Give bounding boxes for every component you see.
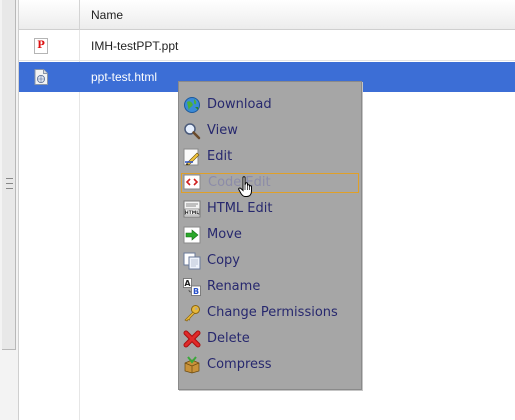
menu-item-label: Copy <box>207 253 240 268</box>
scrollbar-thumb[interactable] <box>2 0 16 350</box>
box-icon <box>183 356 201 374</box>
svg-text:A: A <box>184 279 191 288</box>
rename-ab-icon: A B <box>183 278 201 296</box>
menu-item-label: Compress <box>207 357 272 372</box>
html-file-icon <box>34 69 48 85</box>
menu-item-move[interactable]: Move <box>181 225 359 245</box>
menu-item-label: Delete <box>207 331 250 346</box>
column-separator[interactable] <box>79 0 80 30</box>
menu-item-download[interactable]: Download <box>181 95 359 115</box>
menu-item-label: HTML Edit <box>207 201 273 216</box>
context-menu: Download View Edit Code Edit HTML HTML E… <box>178 81 362 390</box>
table-row[interactable]: P IMH-testPPT.ppt <box>19 31 515 61</box>
menu-item-copy[interactable]: Copy <box>181 251 359 271</box>
menu-item-label: Move <box>207 227 242 242</box>
menu-item-view[interactable]: View <box>181 121 359 141</box>
menu-item-change-permissions[interactable]: Change Permissions <box>181 303 359 323</box>
magnifier-icon <box>183 122 201 140</box>
pencil-icon <box>183 148 201 166</box>
file-name: IMH-testPPT.ppt <box>91 39 179 53</box>
menu-item-rename[interactable]: A B Rename <box>181 277 359 297</box>
ppt-file-icon: P <box>34 38 48 54</box>
scrollbar-grip-icon <box>6 178 13 189</box>
hand-pointer-cursor-icon <box>238 176 254 198</box>
key-icon <box>183 304 201 322</box>
name-column-header[interactable]: Name <box>91 8 123 22</box>
file-name: ppt-test.html <box>91 70 158 84</box>
left-scrollbar-panel[interactable] <box>0 0 19 420</box>
menu-item-delete[interactable]: Delete <box>181 329 359 349</box>
menu-item-code-edit[interactable]: Code Edit <box>181 173 359 193</box>
menu-item-compress[interactable]: Compress <box>181 355 359 375</box>
code-icon <box>183 174 201 192</box>
menu-item-label: Change Permissions <box>207 305 338 320</box>
red-x-icon <box>183 330 201 348</box>
arrow-right-icon <box>183 226 201 244</box>
html-doc-icon: HTML <box>183 200 201 218</box>
svg-text:HTML: HTML <box>185 210 199 216</box>
menu-item-label: View <box>207 123 238 138</box>
copy-icon <box>183 252 201 270</box>
menu-item-label: Download <box>207 97 272 112</box>
menu-item-html-edit[interactable]: HTML HTML Edit <box>181 199 359 219</box>
svg-text:B: B <box>193 287 199 296</box>
table-header: Name <box>19 0 515 30</box>
menu-item-label: Rename <box>207 279 261 294</box>
globe-download-icon <box>183 96 201 114</box>
menu-item-edit[interactable]: Edit <box>181 147 359 167</box>
menu-item-label: Edit <box>207 149 233 164</box>
